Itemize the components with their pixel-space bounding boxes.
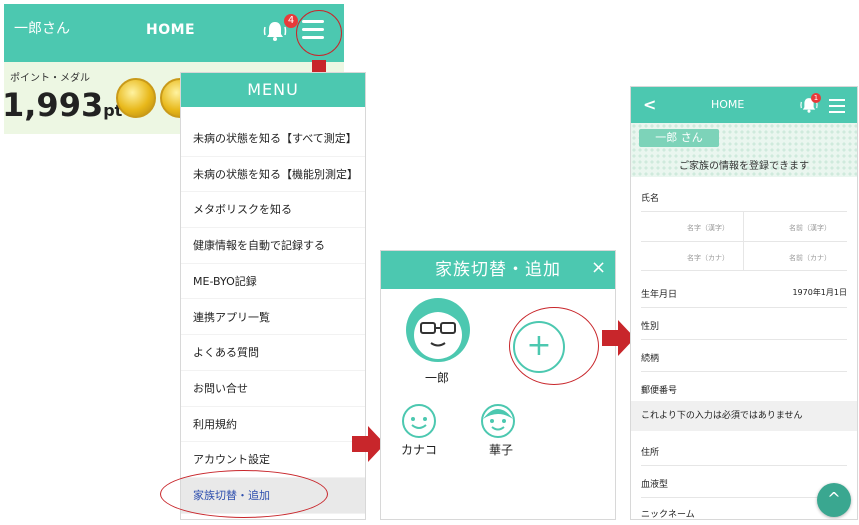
user-label: 一郎さん [14, 21, 70, 37]
points-value: 1,993pt [4, 86, 122, 124]
scroll-top-button[interactable]: ^ [817, 483, 851, 517]
page-title: HOME [146, 22, 196, 38]
register-notice: ご家族の情報を登録できます [679, 161, 809, 172]
family-title: 家族切替・追加 [435, 260, 561, 280]
menu-item-terms[interactable]: 利用規約 [181, 407, 365, 443]
postal-label: 郵便番号 [641, 386, 678, 396]
birthdate-row[interactable]: 生年月日 1970年1月1日 [641, 287, 847, 308]
last-name-kanji-field[interactable]: 名字（漢字） [687, 223, 729, 233]
member-name: 華子 [489, 443, 514, 457]
hamburger-menu-icon[interactable] [829, 99, 845, 113]
medal-icon [116, 78, 156, 118]
postal-row[interactable]: 郵便番号 [641, 383, 847, 401]
birthdate-value: 1970年1月1日 [792, 288, 847, 297]
optional-notice: これより下の入力は必須ではありません [631, 401, 857, 431]
blood-type-row[interactable]: 血液型 [641, 477, 847, 498]
register-title: HOME [711, 98, 745, 111]
family-dialog: 家族切替・追加 × 一郎 + カナコ 華子 [380, 250, 616, 520]
points-label: ポイント・メダル [10, 73, 90, 84]
menu-item-all-measure[interactable]: 未病の状態を知る【すべて測定】 [181, 121, 365, 157]
gender-row[interactable]: 性別 [641, 319, 847, 340]
register-screen: < HOME 1 一郎 さん ご家族の情報を登録できます 氏名 名字（漢字） 名… [630, 86, 858, 520]
name-row: 氏名 [641, 191, 847, 212]
back-icon[interactable]: < [643, 95, 656, 114]
gender-label: 性別 [641, 322, 660, 332]
face-icon-ichiro[interactable] [403, 295, 473, 365]
member-name: カナコ [401, 443, 438, 457]
menu-panel: MENU 未病の状態を知る【すべて測定】 未病の状態を知る【機能別測定】 メタボ… [180, 72, 366, 520]
nickname-row[interactable]: ニックネーム [641, 507, 847, 519]
name-inputs: 名字（漢字） 名前（漢字） 名字（カナ） 名前（カナ） [641, 211, 847, 271]
menu-item-mebyo-record[interactable]: ME-BYO記録 [181, 264, 365, 300]
face-icon-kanako[interactable] [401, 403, 437, 439]
face-icon-hanako[interactable] [479, 401, 517, 439]
blood-type-label: 血液型 [641, 480, 669, 490]
user-label: 一郎 さん [639, 129, 719, 147]
menu-item-linked-apps[interactable]: 連携アプリ一覧 [181, 300, 365, 336]
notification-badge: 1 [811, 93, 821, 103]
address-label: 住所 [641, 448, 660, 458]
name-label: 氏名 [641, 194, 660, 204]
relation-row[interactable]: 続柄 [641, 351, 847, 372]
menu-item-contact[interactable]: お問い合せ [181, 371, 365, 407]
last-name-kana-field[interactable]: 名字（カナ） [687, 253, 729, 263]
menu-item-metabo-risk[interactable]: メタボリスクを知る [181, 192, 365, 229]
menu-item-function-measure[interactable]: 未病の状態を知る【機能別測定】 [181, 157, 365, 193]
menu-title: MENU [181, 73, 365, 107]
close-icon[interactable]: × [591, 257, 606, 278]
points-number: 1,993 [4, 86, 104, 124]
address-row[interactable]: 住所 [641, 445, 847, 466]
first-name-kana-field[interactable]: 名前（カナ） [789, 253, 831, 263]
first-name-kanji-field[interactable]: 名前（漢字） [789, 223, 831, 233]
menu-item-faq[interactable]: よくある質問 [181, 335, 365, 371]
birthdate-label: 生年月日 [641, 290, 678, 300]
highlight-circle [509, 307, 599, 385]
highlight-circle [160, 470, 328, 518]
menu-item-auto-record[interactable]: 健康情報を自動で記録する [181, 228, 365, 264]
relation-label: 続柄 [641, 354, 660, 364]
highlight-circle [296, 10, 342, 56]
member-name: 一郎 [425, 371, 450, 385]
nickname-label: ニックネーム [641, 510, 695, 520]
